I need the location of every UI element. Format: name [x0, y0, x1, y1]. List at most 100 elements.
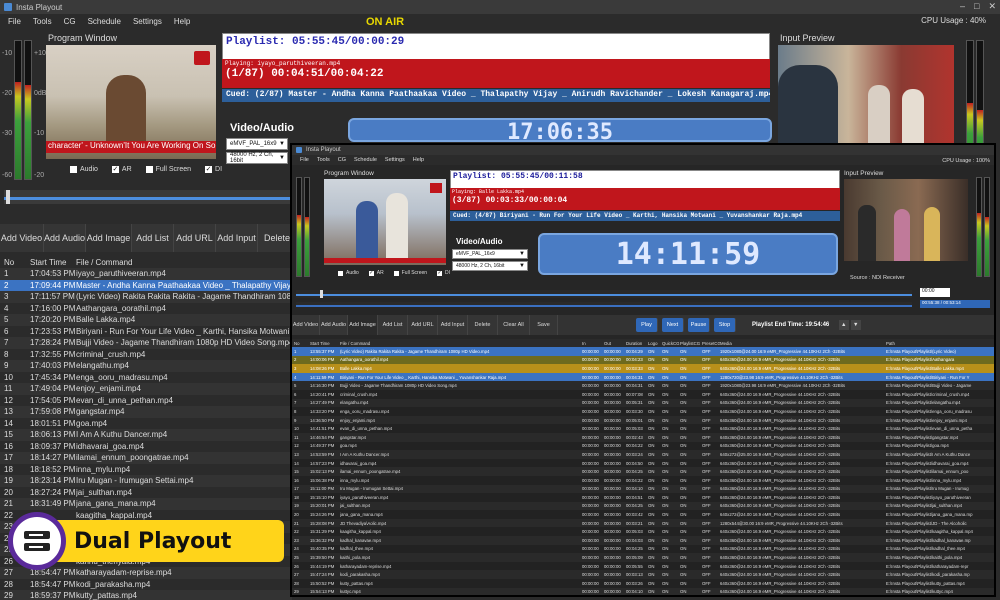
table-row[interactable]: 7 14:27:49 PM elangathu.mp4 00:00:00 00:00:0…	[292, 398, 994, 408]
table-row[interactable]: 28 15:50:52 PM kutty_pattas.mp4 00:00:00 00:…	[292, 579, 994, 588]
seek-knob[interactable]	[320, 290, 323, 298]
table-row[interactable]: 18 18:18:52 PM inna_mylu.mp4	[0, 463, 292, 475]
front-seek-time[interactable]: 00:00	[920, 288, 950, 297]
menu-tools[interactable]: Tools	[33, 17, 52, 26]
add-audio-button[interactable]: Add Audio	[44, 224, 86, 252]
menu-help[interactable]: Help	[413, 157, 424, 163]
checkbox-full-screen[interactable]: Full Screen	[145, 166, 191, 173]
front-video-format-select[interactable]: eMVF_PAL_16x9 ▼	[452, 249, 528, 259]
checkbox-audio[interactable]: Audio	[70, 166, 98, 173]
table-row[interactable]: 16 18:09:37 PM idhavarai_goa.mp4	[0, 440, 292, 452]
table-row[interactable]: 25 15:39:50 PM kaithi_pola.mp4 00:00:00 00:0…	[292, 553, 994, 562]
table-row[interactable]: 23 15:36:32 PM kadhal_kanavae.mp4 00:00:00 0…	[292, 536, 994, 545]
column-header[interactable]: Media	[720, 339, 886, 347]
table-row[interactable]: 20 15:24:26 PM jana_gana_mana.mp4 00:00:00 0…	[292, 510, 994, 519]
table-row[interactable]: 8 14:33:20 PM enga_ooru_madrasu.mp4 00:00:0…	[292, 407, 994, 416]
table-row[interactable]: 13 17:59:08 PM gangstar.mp4	[0, 406, 292, 418]
add-image-button[interactable]: Add Image	[86, 224, 132, 252]
checkbox-audio[interactable]: Audio	[338, 270, 359, 276]
back-audio-format-select[interactable]: 48000 Hz, 2 Ch, 16bit ▼	[226, 152, 288, 164]
column-header[interactable]: Path	[886, 339, 994, 347]
column-header[interactable]: Out	[604, 339, 626, 347]
table-row[interactable]: 13 14:53:59 PM I Am A Kuthu Dancer.mp4 00:0…	[292, 450, 994, 459]
add-list-button[interactable]: Add List	[378, 315, 408, 335]
table-row[interactable]: 10 17:45:34 PM enga_ooru_madrasu.mp4	[0, 371, 292, 383]
column-header[interactable]: Start Time	[30, 256, 76, 268]
add-input-button[interactable]: Add Input	[438, 315, 468, 335]
table-row[interactable]: 14 14:57:23 PM idhavarai_goa.mp4 00:00:00 00…	[292, 458, 994, 468]
add-list-button[interactable]: Add List	[132, 224, 174, 252]
table-row[interactable]: 10 14:41:51 PM evan_di_unna_pethan.mp4 00:0…	[292, 424, 994, 433]
column-header[interactable]: File / Command	[340, 339, 582, 347]
add-audio-button[interactable]: Add Audio	[320, 315, 348, 335]
checkbox-di[interactable]: ✓ DI	[205, 166, 222, 173]
checkbox-di[interactable]: ✓ DI	[437, 270, 450, 276]
table-row[interactable]: 15 15:02:13 PM ilamai_ennum_poongatrae.mp4…	[292, 467, 994, 476]
column-header[interactable]: No	[0, 256, 30, 268]
column-header[interactable]: In	[582, 339, 604, 347]
checkbox-ar[interactable]: ✓ AR	[111, 166, 132, 173]
checkbox-full-screen[interactable]: Full Screen	[393, 270, 427, 276]
column-header[interactable]: Logo	[648, 339, 662, 347]
table-row[interactable]: 1 13:55:37 PM (Lyric Video) Rakita Rakita …	[292, 347, 994, 356]
table-row[interactable]: 6 17:23:53 PM Biriyani - Run For Your Life…	[0, 325, 292, 337]
table-row[interactable]: 9 14:36:50 PM enjoy_enjami.mp4 00:00:00 00:0…	[292, 415, 994, 425]
table-row[interactable]: 16 15:06:38 PM inna_mylu.mp4 00:00:00 00:00:…	[292, 475, 994, 485]
menu-schedule[interactable]: Schedule	[88, 17, 121, 26]
delete-button[interactable]: Delete	[258, 224, 294, 252]
table-row[interactable]: 14 18:01:51 PM goa.mp4	[0, 417, 292, 429]
column-header[interactable]: Start Time	[310, 339, 340, 347]
back-seek-bar[interactable]	[4, 190, 294, 204]
column-header[interactable]: Duration	[626, 339, 648, 347]
clear-all-button[interactable]: Clear All	[498, 315, 530, 335]
front-seek-bar[interactable]	[296, 290, 912, 298]
menu-help[interactable]: Help	[174, 17, 190, 26]
table-row[interactable]: 11 17:49:04 PM enjoy_enjami.mp4	[0, 383, 292, 395]
table-row[interactable]: 17 15:11:00 PM Iru Mugan - Irumugan Settai…	[292, 484, 994, 494]
column-header[interactable]: PlaylistCG	[680, 339, 702, 347]
front-secondary-seek[interactable]	[296, 302, 912, 307]
table-row[interactable]: 19 18:23:14 PM Iru Mugan - Irumugan Settai…	[0, 475, 292, 487]
table-row[interactable]: 5 14:16:30 PM Bujji Video - Jagame Thandhi…	[292, 381, 994, 390]
front-audio-format-select[interactable]: 48000 Hz, 2 Ch, 16bit ▼	[452, 261, 528, 271]
table-row[interactable]: 18 15:15:10 PM iyayo_paruthiveeran.mp4 00:0…	[292, 493, 994, 502]
move-up-icon[interactable]: ▲	[839, 320, 850, 330]
table-row[interactable]: 1 17:04:53 PM iyayo_paruthiveeran.mp4	[0, 268, 292, 280]
add-video-button[interactable]: Add Video	[0, 224, 44, 252]
table-row[interactable]: 2 17:09:44 PM Master - Andha Kanna Paathaa…	[0, 279, 292, 291]
move-down-icon[interactable]: ▼	[851, 320, 862, 330]
menu-tools[interactable]: Tools	[317, 157, 330, 163]
table-row[interactable]: 26 15:44:19 PM katharayadam-reprise.mp4 00:…	[292, 561, 994, 571]
column-header[interactable]: File / Command	[76, 256, 292, 268]
column-header[interactable]: No	[292, 339, 310, 347]
close-icon[interactable]: ✕	[988, 1, 996, 12]
table-row[interactable]: 29 18:59:37 PM kutty_pattas.mp4	[0, 590, 292, 600]
add-image-button[interactable]: Add Image	[348, 315, 378, 335]
table-row[interactable]: 4 17:16:00 PM Aathangara_oorathil.mp4	[0, 302, 292, 314]
minimize-icon[interactable]: –	[960, 1, 965, 12]
table-row[interactable]: 11 14:46:54 PM gangstar.mp4 00:00:00 00:00:0…	[292, 432, 994, 442]
menu-cg[interactable]: CG	[338, 157, 346, 163]
save-button[interactable]: Save	[530, 315, 558, 335]
back-video-format-select[interactable]: eMVF_PAL_16x9 ▼	[226, 138, 288, 150]
menu-schedule[interactable]: Schedule	[354, 157, 377, 163]
table-row[interactable]: 15 18:06:13 PM I Am A Kuthu Dancer.mp4	[0, 429, 292, 441]
table-row[interactable]: 4 14:11:59 PM Biriyani - Run For Your Life…	[292, 372, 994, 382]
table-row[interactable]: 20 18:27:24 PM jai_sulthan.mp4	[0, 486, 292, 498]
table-row[interactable]: 3 17:11:57 PM (Lyric Video) Rakita Rakita …	[0, 291, 292, 303]
column-header[interactable]: PresetCG	[702, 339, 720, 347]
menu-file[interactable]: File	[8, 17, 21, 26]
next-button[interactable]: Next	[662, 318, 684, 332]
add-url-button[interactable]: Add URL	[174, 224, 216, 252]
table-row[interactable]: 21 18:31:49 PM jana_gana_mana.mp4	[0, 498, 292, 510]
table-row[interactable]: 3 14:08:26 PM Balle Lakka.mp4 00:00:00 00:00…	[292, 364, 994, 373]
add-url-button[interactable]: Add URL	[408, 315, 438, 335]
pause-button[interactable]: Pause	[688, 318, 710, 332]
menu-settings[interactable]: Settings	[385, 157, 405, 163]
table-row[interactable]: 21 15:28:08 PM JD Thevadiya\Aolic.mp4 00:00…	[292, 518, 994, 528]
add-video-button[interactable]: Add Video	[292, 315, 320, 335]
table-row[interactable]: 12 17:54:05 PM evan_di_unna_pethan.mp4	[0, 394, 292, 406]
table-row[interactable]: 9 17:40:03 PM elangathu.mp4	[0, 360, 292, 372]
seek-knob[interactable]	[6, 190, 10, 204]
column-header[interactable]: QuickCG	[662, 339, 680, 347]
